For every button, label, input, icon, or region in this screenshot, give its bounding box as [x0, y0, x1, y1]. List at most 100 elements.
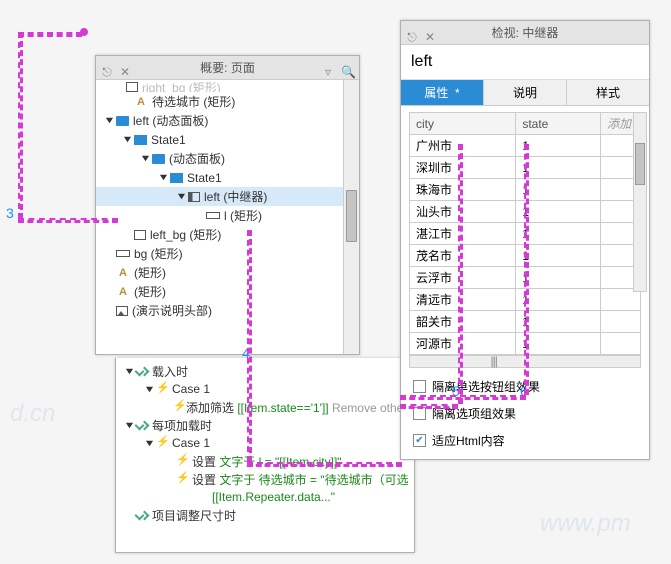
checkbox-label: 适应Html内容 [432, 432, 505, 449]
cell-city[interactable]: 云浮市 [410, 267, 516, 289]
tree-item-label: l (矩形) [224, 207, 262, 224]
interaction-row[interactable]: [[Item.Repeater.data..." [116, 488, 414, 506]
inspector-header: ⎋ ✕ 检视: 中继器 [401, 21, 649, 45]
cell-state[interactable]: 1 [516, 201, 601, 223]
table-row[interactable]: 河源市1 [410, 333, 641, 355]
cell-state[interactable]: 1 [516, 245, 601, 267]
outline-title: 概要: 页面 [200, 61, 255, 75]
annotation-dot [80, 28, 88, 36]
outline-header: ⎋ ✕ 概要: 页面 ▿ 🔍 [96, 56, 359, 80]
event-icon [156, 383, 168, 395]
tree-item-label: (动态面板) [169, 150, 225, 167]
search-icon[interactable]: 🔍 [341, 60, 355, 74]
tree-item[interactable]: l (矩形) [96, 206, 359, 225]
tab-properties[interactable]: 属性 * [401, 80, 484, 105]
table-row[interactable]: 湛江市1 [410, 223, 641, 245]
table-row[interactable]: 汕头市1 [410, 201, 641, 223]
filter-icon[interactable]: ▿ [321, 60, 335, 74]
table-column-header[interactable]: state [516, 113, 601, 135]
inspector-element-name[interactable]: left [401, 45, 649, 80]
tree-item[interactable]: A(矩形) [96, 282, 359, 301]
checkbox-icon[interactable] [413, 380, 426, 393]
event-icon [136, 509, 148, 521]
cell-city[interactable]: 湛江市 [410, 223, 516, 245]
table-row[interactable]: 韶关市1 [410, 311, 641, 333]
tree-item[interactable]: left_bg (矩形) [96, 225, 359, 244]
interaction-row[interactable]: 每项加载时 [116, 416, 414, 434]
table-scrollbar-v[interactable] [633, 112, 647, 292]
table-column-header[interactable]: city [410, 113, 516, 135]
tree-item[interactable]: State1 [96, 130, 359, 149]
table-row[interactable]: 云浮市1 [410, 267, 641, 289]
checkbox-row[interactable]: 隔离选项组效果 [413, 405, 637, 422]
interaction-row[interactable]: 设置 文字于 待选城市 = "待选城市（可选 [116, 470, 414, 488]
tree-item[interactable]: A(矩形) [96, 263, 359, 282]
checkbox-row[interactable]: 隔离单选按钮组效果 [413, 378, 637, 395]
event-icon [136, 419, 148, 431]
cell-state[interactable]: 1 [516, 267, 601, 289]
interaction-label: [[Item.Repeater.data..." [212, 490, 335, 504]
tree-item[interactable]: (动态面板) [96, 149, 359, 168]
cell-state[interactable]: 1 [516, 223, 601, 245]
outline-scrollbar-v[interactable] [343, 80, 359, 354]
inspector-checks: 隔离单选按钮组效果隔离选项组效果 ✔ 适应Html内容 [401, 368, 649, 459]
cell-city[interactable]: 深圳市 [410, 157, 516, 179]
interaction-label: Case 1 [172, 382, 210, 396]
tree-item[interactable]: left (中继器) [96, 187, 359, 206]
checkbox-icon[interactable] [413, 407, 426, 420]
cell-city[interactable]: 茂名市 [410, 245, 516, 267]
event-icon [173, 401, 182, 413]
checkbox-row[interactable]: ✔ 适应Html内容 [413, 432, 637, 449]
tree-item[interactable]: A待选城市 (矩形) [96, 92, 359, 111]
interaction-row[interactable]: 设置 文字于 l = "[[Item.city]]" [116, 452, 414, 470]
cell-state[interactable]: 1 [516, 157, 601, 179]
cell-city[interactable]: 河源市 [410, 333, 516, 355]
tab-style[interactable]: 样式 [567, 80, 649, 105]
checkbox-icon[interactable]: ✔ [413, 434, 426, 447]
event-icon [136, 365, 148, 377]
connector-line [18, 32, 82, 37]
cell-state[interactable]: 1 [516, 289, 601, 311]
table-scrollbar-h[interactable] [409, 355, 641, 368]
checkbox-label: 隔离单选按钮组效果 [432, 378, 540, 395]
cell-city[interactable]: 韶关市 [410, 311, 516, 333]
repeater-data-table[interactable]: citystate添加 广州市1深圳市1珠海市1汕头市1湛江市1茂名市1云浮市1… [409, 112, 641, 355]
interaction-row[interactable]: Case 1 [116, 380, 414, 398]
interaction-row[interactable]: 载入时 [116, 362, 414, 380]
tree-item-label: 待选城市 (矩形) [152, 93, 235, 110]
interaction-label: 每项加载时 [152, 417, 212, 434]
tree-item[interactable]: (演示说明头部) [96, 301, 359, 320]
tree-item[interactable]: bg (矩形) [96, 244, 359, 263]
tree-item-label: bg (矩形) [134, 245, 183, 262]
table-row[interactable]: 茂名市1 [410, 245, 641, 267]
cell-state[interactable]: 1 [516, 333, 601, 355]
interaction-row[interactable]: 添加筛选 [[Item.state=='1']] Remove other f [116, 398, 414, 416]
checkbox-label: 隔离选项组效果 [432, 405, 516, 422]
interaction-row[interactable]: 项目调整尺寸时 [116, 506, 414, 524]
interaction-row[interactable]: Case 1 [116, 434, 414, 452]
table-row[interactable]: 广州市1 [410, 135, 641, 157]
watermark: d.cn [10, 400, 55, 428]
tree-item[interactable]: State1 [96, 168, 359, 187]
inspector-title: 检视: 中继器 [492, 26, 559, 40]
cell-city[interactable]: 汕头市 [410, 201, 516, 223]
table-row[interactable]: 清远市1 [410, 289, 641, 311]
close-icon[interactable]: ✕ [118, 60, 132, 74]
close-icon[interactable]: ✕ [423, 25, 437, 39]
cell-state[interactable]: 1 [516, 179, 601, 201]
pin-icon[interactable]: ⎋ [100, 60, 114, 74]
outline-tree: right_bg (矩形)A待选城市 (矩形)left (动态面板)State1… [96, 80, 359, 354]
cell-city[interactable]: 珠海市 [410, 179, 516, 201]
tab-notes[interactable]: 说明 [484, 80, 567, 105]
table-row[interactable]: 珠海市1 [410, 179, 641, 201]
cell-city[interactable]: 清远市 [410, 289, 516, 311]
interaction-label: 载入时 [152, 363, 188, 380]
tree-item-label: (矩形) [134, 283, 166, 300]
cell-state[interactable]: 1 [516, 135, 601, 157]
tree-item[interactable]: left (动态面板) [96, 111, 359, 130]
table-row[interactable]: 深圳市1 [410, 157, 641, 179]
pin-icon[interactable]: ⎋ [405, 25, 419, 39]
cell-state[interactable]: 1 [516, 311, 601, 333]
tree-item-label: (矩形) [134, 264, 166, 281]
cell-city[interactable]: 广州市 [410, 135, 516, 157]
